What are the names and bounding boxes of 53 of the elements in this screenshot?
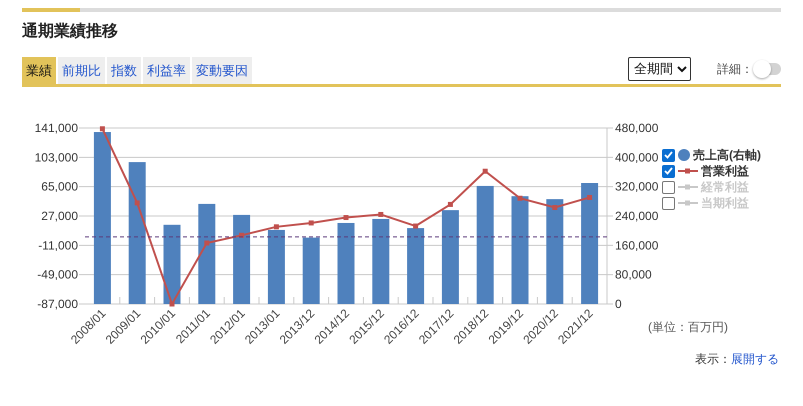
tab[interactable]: 変動要因	[192, 57, 252, 84]
data-point	[482, 168, 488, 174]
expand-link[interactable]: 展開する	[731, 351, 779, 368]
legend-checkbox[interactable]	[662, 164, 675, 178]
legend-label: 営業利益	[701, 162, 749, 180]
toggle-label: 詳細：	[717, 60, 753, 78]
y-axis-label: 141,000	[34, 121, 78, 135]
y-axis-label: 320,000	[615, 180, 658, 194]
bar	[302, 238, 320, 304]
y-axis-label: 480,000	[615, 121, 658, 135]
section-title: 通期業績推移	[22, 22, 119, 42]
data-point	[378, 212, 384, 217]
unit-label: (単位：百万円)	[648, 319, 729, 336]
detail-toggle[interactable]	[755, 63, 781, 75]
legend-label: 売上高(右軸)	[693, 146, 761, 164]
line-marker-icon	[678, 184, 698, 190]
data-point	[518, 196, 522, 201]
tab[interactable]: 利益率	[143, 57, 190, 84]
legend-checkbox[interactable]	[662, 180, 675, 194]
data-point	[239, 232, 244, 238]
circle-icon	[678, 149, 690, 161]
y-axis-label: 103,000	[34, 150, 78, 164]
data-point	[413, 224, 418, 229]
y-axis-label: 80,000	[615, 268, 652, 282]
line-marker-icon	[678, 168, 698, 174]
data-point	[552, 205, 558, 210]
tab[interactable]: 業績	[22, 57, 56, 84]
legend-checkbox[interactable]	[662, 148, 675, 162]
y-axis-label: -49,000	[37, 268, 78, 282]
data-point	[204, 240, 210, 246]
y-axis-label: 27,000	[41, 209, 78, 223]
tab[interactable]: 指数	[107, 57, 141, 84]
footer-label: 表示：	[695, 351, 731, 368]
data-point	[100, 126, 105, 132]
data-point	[448, 202, 453, 207]
line-marker-icon	[678, 200, 698, 206]
data-point	[344, 215, 348, 220]
y-axis-label: 160,000	[615, 238, 658, 252]
data-point	[308, 220, 314, 226]
y-axis-label: 65,000	[41, 180, 78, 194]
data-point	[274, 224, 279, 230]
tab[interactable]: 前期比	[58, 57, 105, 84]
y-axis-label: 240,000	[615, 209, 658, 223]
y-axis-label: -11,000	[38, 238, 78, 252]
data-point	[170, 302, 174, 306]
chevron-down-icon	[677, 66, 687, 72]
legend-checkbox[interactable]	[662, 196, 675, 210]
y-axis-label: 400,000	[615, 150, 658, 164]
y-axis-label: -87,000	[37, 297, 78, 311]
data-point	[587, 194, 592, 200]
period-select[interactable]: 全期間	[628, 57, 691, 81]
y-axis-label: 0	[615, 297, 622, 311]
data-point	[134, 200, 140, 206]
